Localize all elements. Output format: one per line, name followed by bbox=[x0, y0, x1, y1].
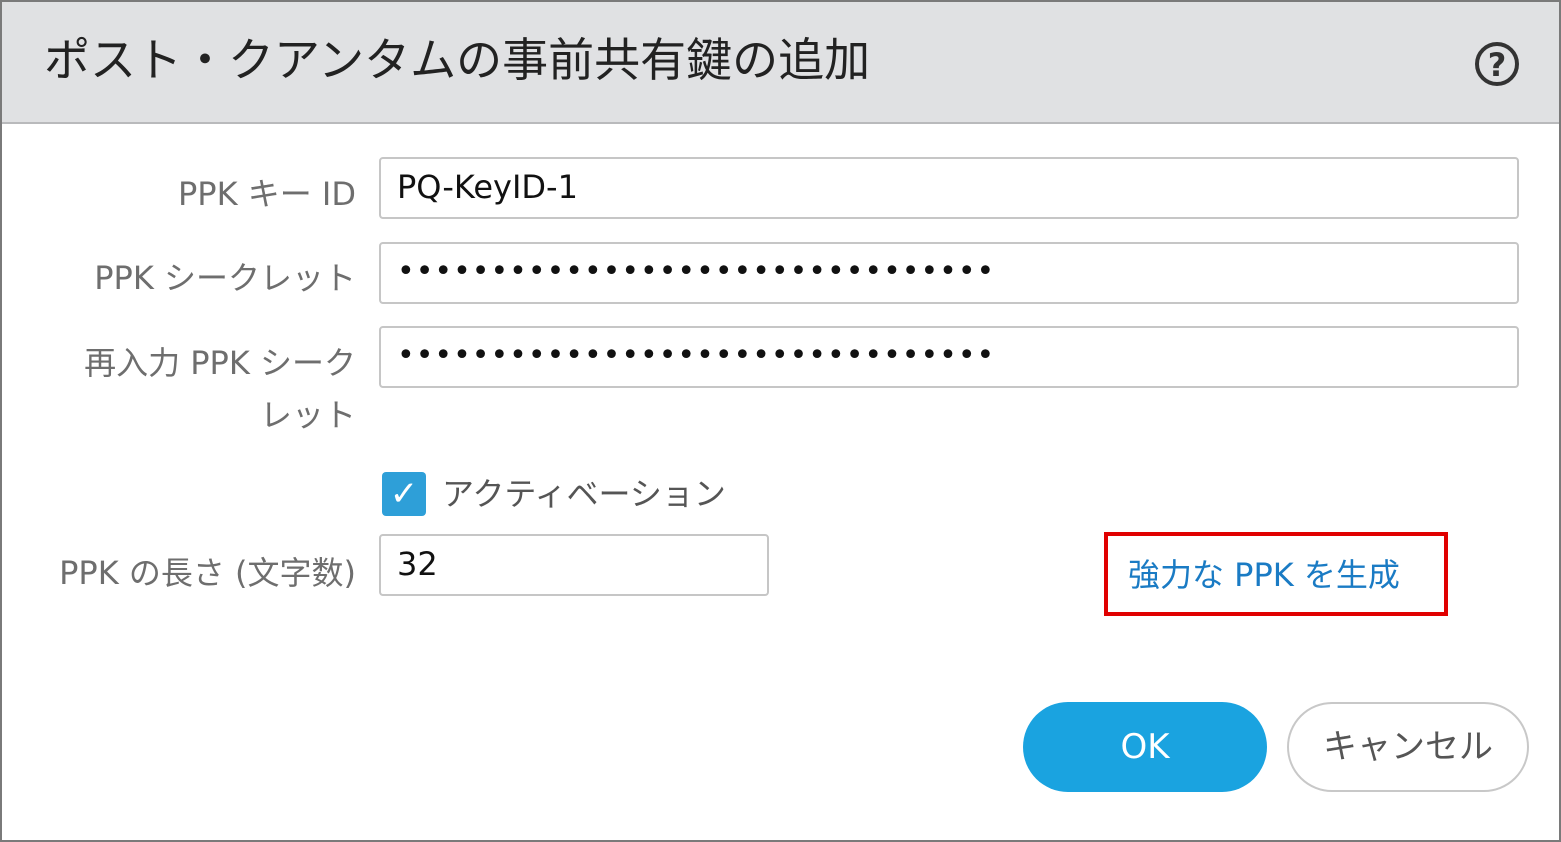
checkmark-icon: ✓ bbox=[389, 474, 419, 514]
dialog-header: ポスト・クアンタムの事前共有鍵の追加 ? bbox=[2, 2, 1559, 124]
dialog-title: ポスト・クアンタムの事前共有鍵の追加 bbox=[44, 33, 871, 87]
activation-label: アクティベーション bbox=[442, 475, 726, 513]
secret-input[interactable]: •••••••••••••••••••••••••••••••• bbox=[379, 242, 1519, 304]
ok-button[interactable]: OK bbox=[1023, 702, 1267, 792]
generate-ppk-link[interactable]: 強力な PPK を生成 bbox=[1128, 549, 1400, 601]
key-id-input[interactable]: PQ-KeyID-1 bbox=[379, 157, 1519, 219]
length-input[interactable]: 32 bbox=[379, 534, 769, 596]
length-label: PPK の長さ (文字数) bbox=[59, 554, 356, 592]
activation-checkbox[interactable]: ✓ bbox=[382, 472, 426, 516]
reenter-secret-input[interactable]: •••••••••••••••••••••••••••••••• bbox=[379, 326, 1519, 388]
reenter-secret-label: 再入力 PPK シークレット bbox=[84, 344, 356, 434]
secret-label: PPK シークレット bbox=[94, 259, 356, 297]
help-icon[interactable]: ? bbox=[1475, 42, 1519, 86]
add-ppk-dialog: ポスト・クアンタムの事前共有鍵の追加 ? PPK キー ID PQ-KeyID-… bbox=[0, 0, 1561, 842]
key-id-label: PPK キー ID bbox=[177, 175, 356, 213]
cancel-button[interactable]: キャンセル bbox=[1287, 702, 1529, 792]
